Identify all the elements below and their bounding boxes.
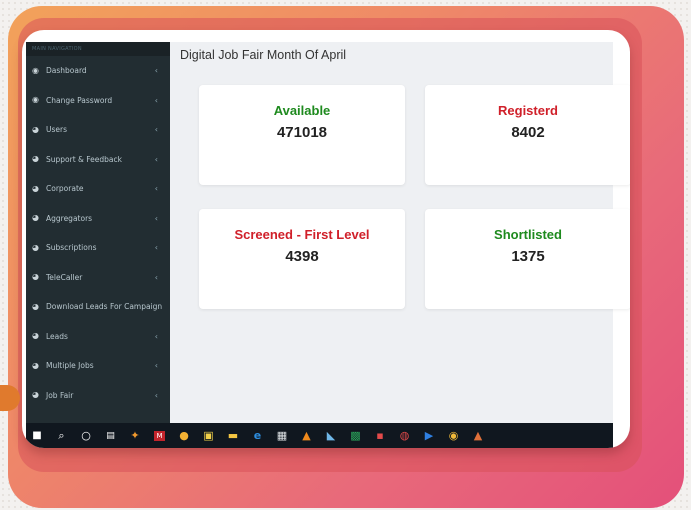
app-icon[interactable]: M — [149, 423, 171, 448]
sidebar-item-label: Aggregators — [46, 213, 93, 223]
chevron-left-icon: ‹ — [154, 184, 158, 193]
sidebar-item-label: Support & Feedback — [46, 154, 122, 164]
chevron-left-icon: ‹ — [154, 213, 158, 223]
app-icon[interactable]: ✦ — [124, 423, 146, 448]
sidebar-item-label: Change Password — [46, 95, 113, 105]
app-icon[interactable]: ● — [173, 423, 195, 448]
sidebar-item-corporate[interactable]: ◕ Corporate ‹ — [26, 174, 170, 204]
chevron-left-icon: ‹ — [154, 331, 158, 341]
pie-icon: ◕ — [32, 331, 39, 341]
sidebar-item-dashboard[interactable]: ◉ Dashboard ‹ — [26, 56, 170, 86]
excel-icon[interactable]: ▩ — [345, 423, 367, 448]
chrome-icon[interactable]: ◉ — [443, 423, 465, 448]
sidebar-item-label: Download Leads For Campaign — [46, 302, 163, 312]
sidebar-item-support-feedback[interactable]: ◕ Support & Feedback ‹ — [26, 145, 170, 175]
task-view-icon[interactable]: ▤ — [100, 423, 122, 448]
app-icon[interactable]: ◍ — [394, 423, 416, 448]
sidebar-item-telecaller[interactable]: ◕ TeleCaller ‹ — [26, 263, 170, 293]
pie-icon: ◕ — [32, 242, 39, 252]
sidebar-item-label: Corporate — [46, 184, 84, 194]
screen: MAIN NAVIGATION ◉ Dashboard ‹ ◉ Change P… — [22, 30, 630, 448]
sidebar-item-change-password[interactable]: ◉ Change Password ‹ — [26, 86, 170, 116]
search-icon[interactable]: ⌕ — [51, 423, 73, 448]
stat-card-shortlisted: Shortlisted 1375 — [425, 209, 630, 309]
sidebar-item-job-fair[interactable]: ◕ Job Fair ‹ — [26, 381, 170, 411]
pie-icon: ◕ — [32, 360, 39, 370]
pie-icon: ◕ — [32, 301, 39, 311]
page-title: Digital Job Fair Month Of April — [180, 48, 347, 62]
sidebar-item-label: TeleCaller — [46, 272, 83, 282]
dashboard-icon: ◉ — [32, 65, 39, 75]
sidebar-item-label: Subscriptions — [46, 243, 97, 253]
stat-card-screened: Screened - First Level 4398 — [199, 209, 405, 309]
sidebar-item-leads[interactable]: ◕ Leads ‹ — [26, 322, 170, 352]
store-icon[interactable]: ▣ — [198, 423, 220, 448]
stat-label: Shortlisted — [494, 227, 562, 242]
app-icon[interactable]: ▦ — [271, 423, 293, 448]
sidebar-item-aggregators[interactable]: ◕ Aggregators ‹ — [26, 204, 170, 234]
stat-label: Registerd — [498, 103, 558, 118]
pie-icon: ◕ — [32, 183, 39, 193]
stat-label: Screened - First Level — [234, 227, 370, 242]
stat-label: Available — [273, 103, 331, 118]
stat-card-available: Available 471018 — [199, 85, 405, 185]
chevron-left-icon: ‹ — [154, 125, 158, 134]
file-explorer-icon[interactable]: ▬ — [222, 423, 244, 448]
chevron-left-icon: ‹ — [154, 243, 158, 252]
pie-icon: ◕ — [32, 390, 39, 400]
stat-value: 471018 — [276, 124, 328, 141]
pie-icon: ◕ — [32, 124, 39, 134]
pie-icon: ◕ — [32, 272, 39, 282]
sidebar-item-label: Dashboard — [46, 66, 87, 76]
app-icon[interactable]: ◣ — [320, 423, 342, 448]
sidebar-item-label: Leads — [46, 331, 68, 341]
app-window: MAIN NAVIGATION ◉ Dashboard ‹ ◉ Change P… — [26, 42, 630, 423]
sidebar: MAIN NAVIGATION ◉ Dashboard ‹ ◉ Change P… — [26, 42, 170, 423]
chevron-left-icon: ‹ — [154, 361, 158, 370]
app-icon[interactable]: ▪ — [369, 423, 391, 448]
edge-icon[interactable]: e — [247, 423, 269, 448]
windows-taskbar: ■ ⌕ ○ ▤ ✦ M ● ▣ ▬ e ▦ ▲ ◣ ▩ ▪ ◍ ▶ ◉ ▲ — [26, 423, 613, 448]
cortana-icon[interactable]: ○ — [75, 423, 97, 448]
app-icon[interactable]: ▲ — [467, 423, 489, 448]
sidebar-item-label: Multiple Jobs — [46, 361, 94, 371]
pie-icon: ◕ — [32, 154, 39, 164]
windows-start-icon[interactable]: ■ — [26, 423, 48, 448]
sidebar-item-download-leads[interactable]: ◕ Download Leads For Campaign — [26, 292, 170, 322]
stat-value: 4398 — [285, 248, 319, 265]
sidebar-item-label: Job Fair — [46, 390, 74, 400]
nav-header: MAIN NAVIGATION — [26, 42, 170, 56]
dashboard-icon: ◉ — [32, 95, 39, 105]
chevron-left-icon: ‹ — [154, 95, 158, 105]
sidebar-item-multiple-jobs[interactable]: ◕ Multiple Jobs ‹ — [26, 351, 170, 381]
chevron-left-icon: ‹ — [154, 66, 158, 75]
pie-icon: ◕ — [32, 213, 39, 223]
chevron-left-icon: ‹ — [154, 272, 158, 282]
sidebar-item-users[interactable]: ◕ Users ‹ — [26, 115, 170, 145]
chevron-left-icon: ‹ — [154, 154, 158, 164]
stat-card-registered: Registerd 8402 — [425, 85, 630, 185]
sidebar-item-label: Users — [46, 125, 68, 135]
chevron-left-icon: ‹ — [154, 390, 158, 400]
stat-value: 1375 — [511, 248, 545, 265]
stat-value: 8402 — [511, 124, 545, 141]
app-icon[interactable]: ▶ — [418, 423, 440, 448]
sidebar-item-subscriptions[interactable]: ◕ Subscriptions ‹ — [26, 233, 170, 263]
vlc-icon[interactable]: ▲ — [296, 423, 318, 448]
